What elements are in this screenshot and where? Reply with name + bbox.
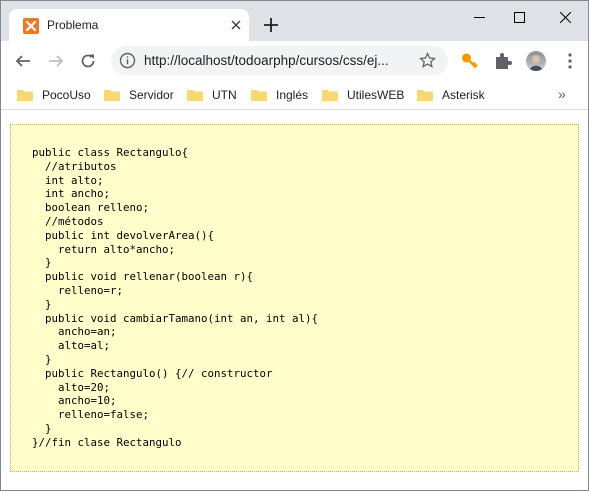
bookmark-star-icon[interactable] bbox=[419, 52, 436, 69]
window-close-icon[interactable] bbox=[545, 1, 585, 33]
tab-problema[interactable]: Problema bbox=[9, 9, 249, 41]
navigation-toolbar: http://localhost/todoarphp/cursos/css/ej… bbox=[1, 41, 588, 81]
minimize-icon[interactable] bbox=[459, 1, 499, 33]
reload-icon[interactable] bbox=[76, 49, 100, 73]
folder-icon bbox=[17, 90, 33, 101]
address-bar[interactable]: http://localhost/todoarphp/cursos/css/ej… bbox=[111, 46, 448, 75]
folder-icon bbox=[251, 90, 267, 101]
bookmark-pocouso[interactable]: PocoUso bbox=[17, 85, 91, 105]
bookmark-ingles[interactable]: Inglés bbox=[251, 85, 308, 105]
bookmark-label: Inglés bbox=[276, 88, 309, 102]
more-bookmarks-chevron-icon[interactable]: » bbox=[558, 86, 574, 102]
bookmark-servidor[interactable]: Servidor bbox=[104, 85, 174, 105]
bookmark-label: UtilesWEB bbox=[347, 88, 405, 102]
browser-window: Problema http://localhost/todoarphp/curs… bbox=[0, 0, 589, 491]
site-info-icon[interactable] bbox=[119, 52, 136, 69]
url-text[interactable]: http://localhost/todoarphp/cursos/css/ej… bbox=[144, 53, 414, 68]
folder-icon bbox=[322, 90, 338, 101]
bookmark-utilesweb[interactable]: UtilesWEB bbox=[322, 85, 404, 105]
bookmarks-bar: PocoUso Servidor UTN Inglés UtilesWEB As… bbox=[1, 81, 588, 110]
bookmark-label: UTN bbox=[212, 88, 237, 102]
bookmark-label: Servidor bbox=[129, 88, 174, 102]
code-block: public class Rectangulo{ //atributos int… bbox=[10, 124, 579, 472]
tab-title: Problema bbox=[47, 18, 99, 32]
profile-avatar[interactable] bbox=[526, 51, 546, 71]
folder-icon bbox=[187, 90, 203, 101]
xampp-icon bbox=[23, 18, 39, 34]
key-extension-icon[interactable] bbox=[460, 51, 480, 71]
maximize-icon[interactable] bbox=[499, 1, 539, 33]
new-tab-plus-icon[interactable] bbox=[262, 16, 280, 34]
kebab-menu-icon[interactable] bbox=[560, 51, 580, 71]
back-arrow-icon[interactable] bbox=[11, 49, 35, 73]
page-content: public class Rectangulo{ //atributos int… bbox=[1, 110, 588, 490]
title-bar: Problema bbox=[1, 1, 588, 41]
bookmark-label: PocoUso bbox=[42, 88, 91, 102]
forward-arrow-icon[interactable] bbox=[44, 49, 68, 73]
extensions-puzzle-icon[interactable] bbox=[493, 51, 513, 71]
folder-icon bbox=[417, 90, 433, 101]
folder-icon bbox=[104, 90, 120, 101]
bookmark-utn[interactable]: UTN bbox=[187, 85, 237, 105]
close-tab-icon[interactable] bbox=[229, 18, 243, 32]
code-text: public class Rectangulo{ //atributos int… bbox=[32, 146, 319, 449]
bookmark-asterisk[interactable]: Asterisk bbox=[417, 85, 485, 105]
bookmark-label: Asterisk bbox=[442, 88, 485, 102]
